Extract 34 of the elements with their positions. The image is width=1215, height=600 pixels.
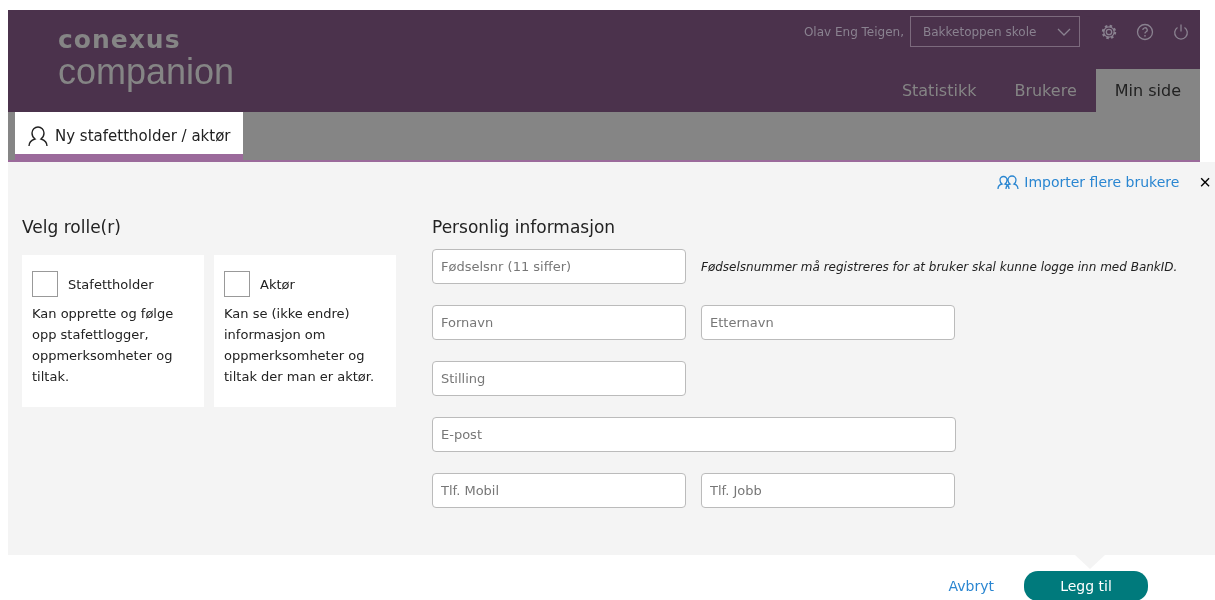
section-heading: Velg rolle(r) bbox=[22, 217, 122, 237]
power-icon[interactable] bbox=[1172, 22, 1190, 41]
section-heading: Personlig informasjon bbox=[432, 217, 617, 237]
input-field[interactable]: Fødselsnr (11 siffer) bbox=[432, 249, 686, 284]
nav-tab[interactable]: Brukere bbox=[995, 69, 1096, 112]
checkbox-label: Aktør bbox=[260, 276, 295, 292]
checkbox[interactable] bbox=[224, 271, 250, 297]
hint-text: Fødselsnummer må registreres for at bruker skal kunne logge inn med BankID. bbox=[701, 259, 1178, 274]
role-description: Kan opprette og følge opp stafettlogger, oppmerksomheter og tiltak. bbox=[32, 305, 175, 386]
nav-tab[interactable]: Min side bbox=[1095, 69, 1200, 112]
nav-tab[interactable]: Statistikk bbox=[882, 69, 996, 112]
help-icon[interactable] bbox=[1136, 22, 1154, 41]
input-field[interactable]: Tlf. Mobil bbox=[432, 473, 686, 508]
close-button[interactable]: × bbox=[1195, 172, 1215, 192]
cancel-link[interactable]: Avbryt bbox=[948, 578, 994, 594]
school-select[interactable]: Bakketoppen skole bbox=[910, 16, 1080, 47]
person-icon bbox=[27, 125, 49, 147]
user-name: Olav Eng Teigen, bbox=[803, 24, 904, 39]
settings-icon[interactable] bbox=[1100, 22, 1118, 41]
input-field[interactable]: Tlf. Jobb bbox=[701, 473, 955, 508]
chevron-down-icon bbox=[1057, 27, 1071, 36]
checkbox-label: Stafettholder bbox=[68, 276, 154, 292]
people-icon bbox=[997, 174, 1022, 190]
checkbox[interactable] bbox=[32, 271, 58, 297]
role-description: Kan se (ikke endre) informasjon om oppmerksomheter og tiltak der man er aktør. bbox=[224, 305, 376, 386]
input-field[interactable]: Fornavn bbox=[432, 305, 686, 340]
input-field[interactable]: E-post bbox=[432, 417, 956, 452]
input-field[interactable]: Etternavn bbox=[701, 305, 955, 340]
logo-text: conexus bbox=[58, 26, 182, 54]
import-users-link[interactable]: Importer flere brukere bbox=[997, 174, 1180, 190]
subtab[interactable]: Ny stafettholder / aktør bbox=[15, 112, 243, 160]
input-field[interactable]: Stilling bbox=[432, 361, 686, 396]
logo-text: companion bbox=[58, 54, 235, 90]
add-button[interactable]: Legg til bbox=[1024, 571, 1148, 600]
